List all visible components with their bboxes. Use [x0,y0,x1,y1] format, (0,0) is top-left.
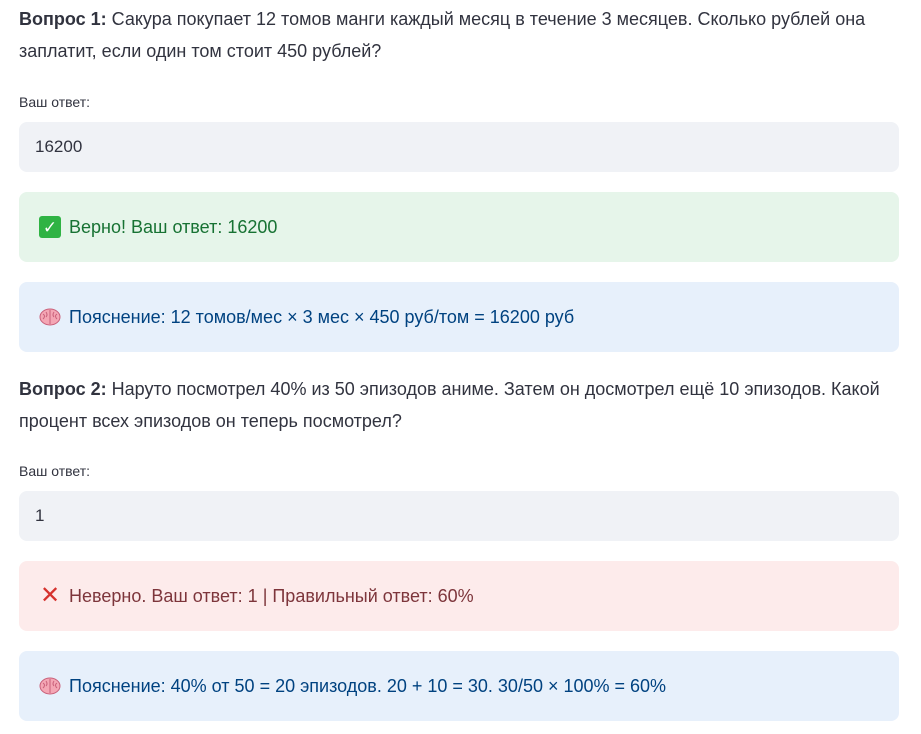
answer-1-value: 16200 [35,137,83,156]
explanation-2-text: Пояснение: 40% от 50 = 20 эпизодов. 20 +… [69,675,667,696]
check-mark-icon: ✓ [39,216,61,238]
question-1-body: Сакура покупает 12 томов манги каждый ме… [19,9,866,61]
answer-1-input[interactable]: 16200 [19,122,899,172]
answer-2-input[interactable]: 1 [19,491,899,541]
result-1-text: Верно! Ваш ответ: 16200 [69,216,278,237]
result-2-text: Неверно. Ваш ответ: 1 | Правильный ответ… [69,585,474,606]
question-2-text: Вопрос 2: Наруто посмотрел 40% из 50 эпи… [19,373,899,437]
question-1-text: Вопрос 1: Сакура покупает 12 томов манги… [19,3,899,67]
question-1-prefix: Вопрос 1: [19,9,107,29]
explanation-2-alert: Пояснение: 40% от 50 = 20 эпизодов. 20 +… [19,651,899,721]
brain-icon [39,675,61,697]
result-1-success-alert: ✓ Верно! Ваш ответ: 16200 [19,192,899,262]
answer-2-label: Ваш ответ: [19,463,91,479]
brain-icon [39,306,61,328]
question-2-body: Наруто посмотрел 40% из 50 эпизодов аним… [19,379,880,431]
answer-1-label: Ваш ответ: [19,94,91,110]
result-2-error-alert: ✕ Неверно. Ваш ответ: 1 | Правильный отв… [19,561,899,631]
cross-mark-icon: ✕ [39,582,61,609]
question-2-prefix: Вопрос 2: [19,379,107,399]
answer-2-value: 1 [35,506,45,525]
explanation-1-text: Пояснение: 12 томов/мес × 3 мес × 450 ру… [69,306,575,327]
explanation-1-alert: Пояснение: 12 томов/мес × 3 мес × 450 ру… [19,282,899,352]
